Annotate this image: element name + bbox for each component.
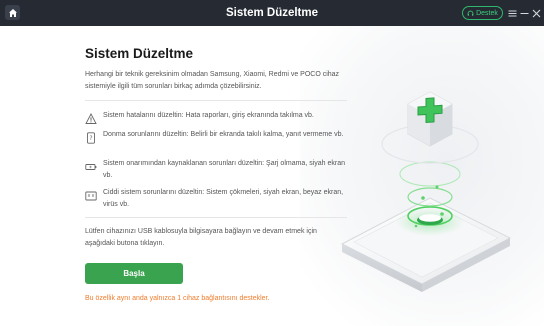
feature-text: Sistem onarımından kaynaklanan sorunları… (103, 160, 346, 179)
page-description: Herhangi bir teknik gereksinim olmadan S… (85, 71, 340, 90)
battery-icon (85, 160, 97, 172)
close-button[interactable] (531, 6, 542, 20)
feature-text: Ciddi sistem sorunlarını düzeltin: Siste… (103, 189, 344, 208)
headset-icon (467, 10, 474, 16)
warning-icon (85, 112, 97, 124)
main-content: Sistem Düzeltme Herhangi bir teknik gere… (0, 26, 544, 326)
title-bar: Sistem Düzeltme Destek (0, 0, 544, 26)
connect-instruction: Lütfen cihazınızı USB kablosuyla bilgisa… (85, 228, 317, 247)
start-button[interactable]: Başla (85, 263, 183, 284)
phone-question-icon: ? (85, 131, 97, 144)
svg-text:?: ? (89, 135, 92, 142)
close-icon (532, 9, 541, 17)
feature-text: Donma sorunlarını düzeltin: Belirli bir … (103, 131, 344, 138)
divider (85, 100, 347, 101)
device-limit-note: Bu özellik aynı anda yalnızca 1 cihaz ba… (85, 295, 270, 302)
page-heading: Sistem Düzeltme (85, 46, 194, 61)
hamburger-menu-icon (508, 10, 517, 16)
support-label: Destek (476, 9, 498, 17)
feature-text: Sistem hatalarını düzeltin: Hata raporla… (103, 112, 314, 119)
phone-repair-illustration (340, 91, 512, 292)
support-button[interactable]: Destek (462, 6, 503, 20)
menu-button[interactable] (507, 6, 518, 20)
divider (85, 217, 347, 218)
minimize-icon (520, 12, 529, 14)
broken-screen-icon (85, 189, 97, 201)
minimize-button[interactable] (519, 6, 530, 20)
